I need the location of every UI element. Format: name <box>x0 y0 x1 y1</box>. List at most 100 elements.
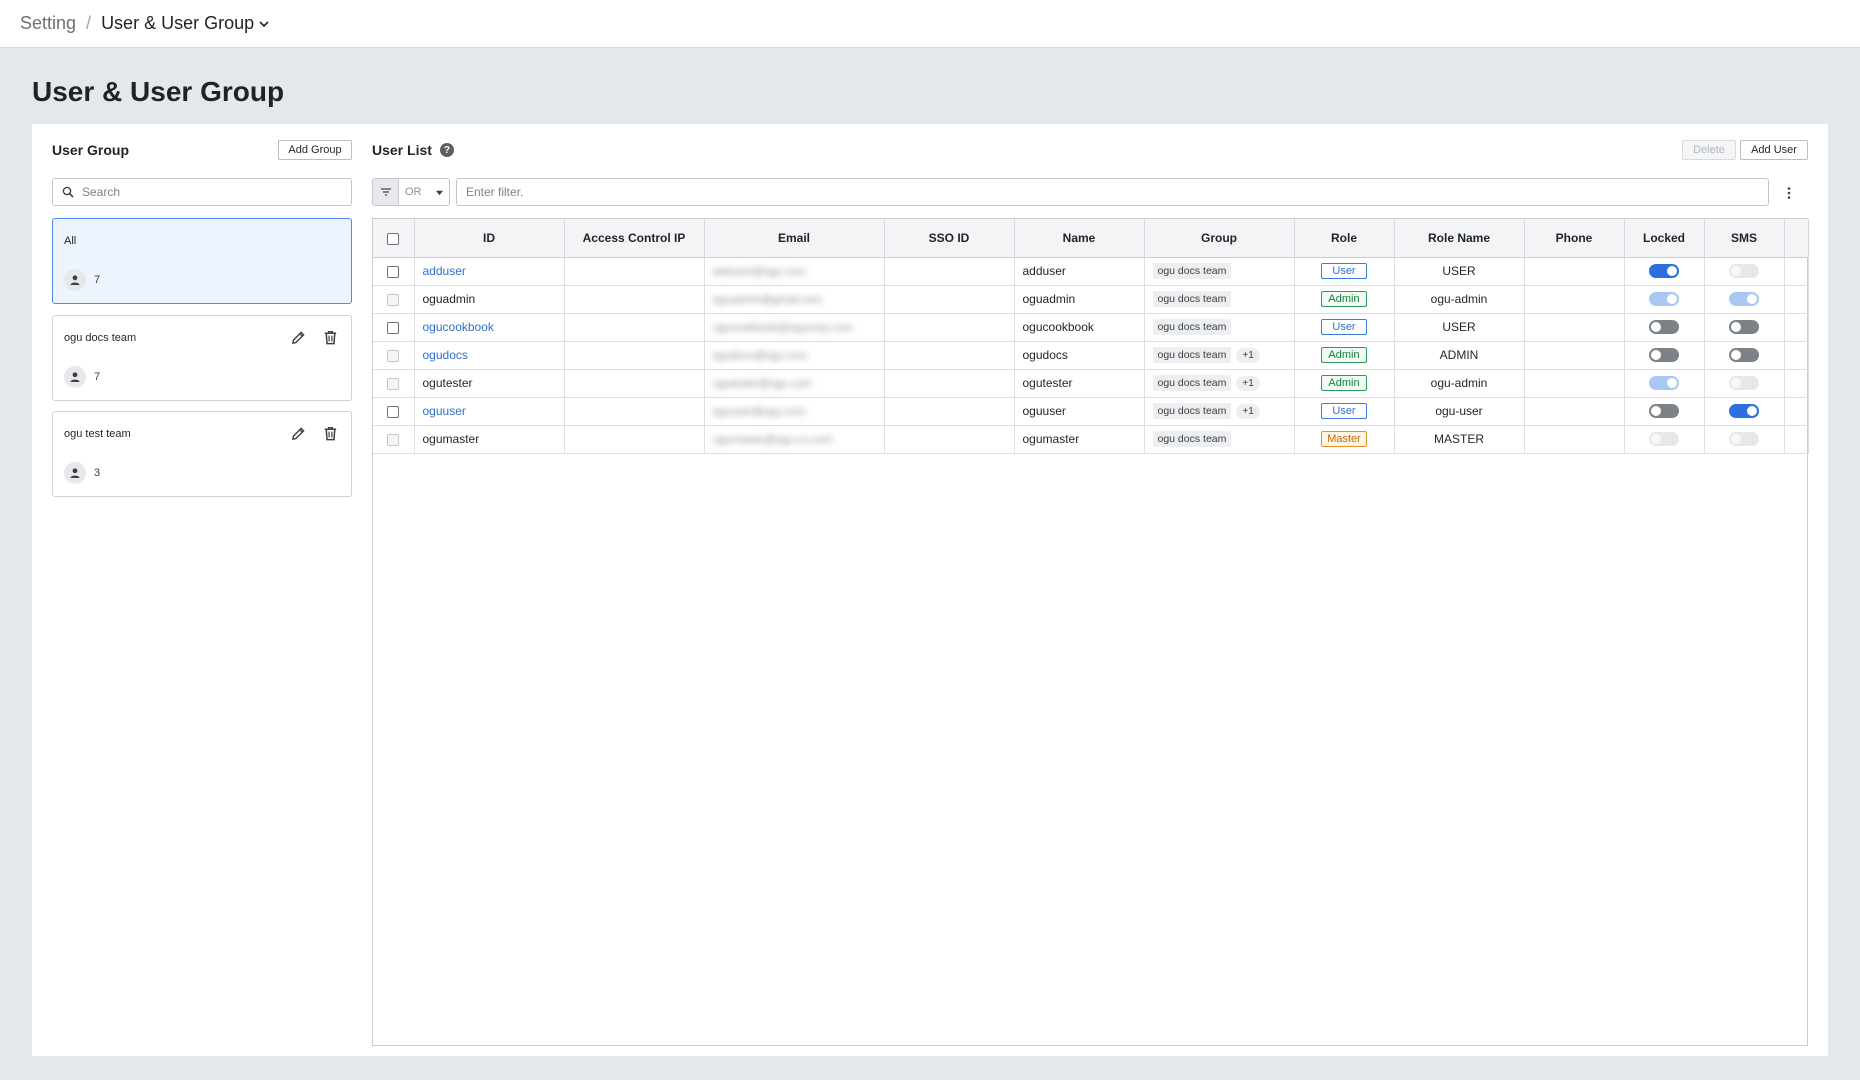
locked-toggle[interactable] <box>1649 348 1679 363</box>
more-groups-chip[interactable]: +1 <box>1236 403 1260 419</box>
breadcrumb-current-dropdown[interactable]: User & User Group <box>101 13 270 34</box>
user-id: ogumaster <box>422 432 480 446</box>
locked-toggle[interactable] <box>1649 264 1679 279</box>
column-header[interactable]: Email <box>704 219 885 258</box>
group-card[interactable]: ogu test team 3 <box>52 411 352 497</box>
table-row[interactable]: ogucookbook ogucookbook@ogucorp.com ogucoo… <box>373 313 1809 342</box>
select-all-checkbox[interactable] <box>387 232 400 245</box>
name-cell: ogudocs <box>1014 341 1145 370</box>
more-groups-chip[interactable]: +1 <box>1236 375 1260 391</box>
user-id-link[interactable]: ogudocs <box>423 348 468 362</box>
sms-toggle[interactable] <box>1729 404 1759 419</box>
column-header[interactable]: Access Control IP <box>564 219 705 258</box>
sms-toggle[interactable] <box>1729 320 1759 335</box>
column-header[interactable]: Name <box>1014 219 1145 258</box>
user-id-link[interactable]: ogucookbook <box>423 320 494 334</box>
locked-toggle[interactable] <box>1649 432 1679 447</box>
column-header[interactable]: Role Name <box>1394 219 1525 258</box>
user-id: oguadmin <box>422 292 476 306</box>
column-header[interactable]: SMS <box>1704 219 1785 258</box>
group-chip: ogu docs team <box>1152 375 1232 391</box>
table-row[interactable]: oguadmin oguadmin@gmail.com oguadmin ogu do… <box>373 285 1809 314</box>
sms-toggle[interactable] <box>1729 292 1759 307</box>
help-icon[interactable]: ? <box>439 143 454 157</box>
id-cell: ogucookbook <box>414 313 565 342</box>
column-header-spacer <box>1784 219 1809 258</box>
column-header[interactable]: SSO ID <box>884 219 1015 258</box>
role-badge: User <box>1321 403 1367 419</box>
filter-input[interactable] <box>456 178 1769 206</box>
more-groups-chip[interactable]: +1 <box>1236 347 1260 363</box>
group-cell: ogu docs team <box>1144 313 1295 342</box>
column-header[interactable]: ID <box>414 219 565 258</box>
sms-toggle[interactable] <box>1729 376 1759 391</box>
role-badge: Admin <box>1321 291 1367 307</box>
row-checkbox[interactable] <box>387 321 400 334</box>
caret-down-icon <box>436 190 443 195</box>
row-checkbox[interactable] <box>387 377 400 390</box>
sms-toggle[interactable] <box>1729 432 1759 447</box>
row-checkbox[interactable] <box>387 405 400 418</box>
email-cell: oguuser@ogu.com <box>704 397 885 426</box>
sso-id-cell <box>884 285 1015 314</box>
sms-cell <box>1704 425 1785 454</box>
column-header[interactable]: Phone <box>1524 219 1625 258</box>
group-chip: ogu docs team <box>1152 347 1232 363</box>
edit-pencil-icon[interactable] <box>289 424 307 442</box>
user-list-header: User List ? <box>372 140 454 160</box>
breadcrumb-current-label: User & User Group <box>101 13 255 33</box>
locked-cell <box>1624 285 1705 314</box>
email-cell: ogutester@ogu.com <box>704 369 885 398</box>
filter-operator-dropdown[interactable]: OR <box>399 179 449 205</box>
more-options-icon[interactable] <box>1780 184 1798 202</box>
toggle-knob <box>1651 322 1661 333</box>
email-value: ogucookbook@ogucorp.com <box>712 322 853 334</box>
user-id-link[interactable]: adduser <box>423 264 466 278</box>
column-header[interactable]: Group <box>1144 219 1295 258</box>
edit-pencil-icon[interactable] <box>289 328 307 346</box>
role-cell: Admin <box>1294 341 1395 370</box>
group-cell: ogu docs team <box>1144 285 1295 314</box>
add-group-button[interactable]: Add Group <box>278 140 352 160</box>
sms-toggle[interactable] <box>1729 348 1759 363</box>
breadcrumb-setting-link[interactable]: Setting <box>20 13 76 34</box>
sms-toggle[interactable] <box>1729 264 1759 279</box>
delete-button[interactable]: Delete <box>1682 140 1736 160</box>
row-spacer-cell <box>1784 369 1809 398</box>
locked-toggle[interactable] <box>1649 376 1679 391</box>
group-card[interactable]: ogu docs team 7 <box>52 315 352 401</box>
table-row[interactable]: adduser adduser@ogu.com adduser ogu docs te… <box>373 257 1809 286</box>
row-checkbox[interactable] <box>387 349 400 362</box>
row-spacer-cell <box>1784 257 1809 286</box>
table-row[interactable]: ogumaster ogumaster@ogu.co.com ogumaster og… <box>373 425 1809 454</box>
column-header[interactable]: Role <box>1294 219 1395 258</box>
group-search-input[interactable] <box>82 185 332 199</box>
toggle-knob <box>1731 434 1741 445</box>
role-cell: Admin <box>1294 369 1395 398</box>
delete-trash-icon[interactable] <box>321 424 339 442</box>
role-name-cell: ogu-user <box>1394 397 1525 426</box>
locked-toggle[interactable] <box>1649 404 1679 419</box>
locked-toggle[interactable] <box>1649 292 1679 307</box>
user-id-link[interactable]: oguuser <box>423 404 466 418</box>
delete-trash-icon[interactable] <box>321 328 339 346</box>
table-row[interactable]: oguuser oguuser@ogu.com oguuser ogu docs te… <box>373 397 1809 426</box>
filter-icon[interactable] <box>373 179 399 205</box>
table-row[interactable]: ogutester ogutester@ogu.com ogutester ogu d… <box>373 369 1809 398</box>
group-chip: ogu docs team <box>1152 263 1232 279</box>
row-checkbox[interactable] <box>387 433 400 446</box>
locked-toggle[interactable] <box>1649 320 1679 335</box>
table-row[interactable]: ogudocs ogudocs@ogu.com ogudocs ogu docs te… <box>373 341 1809 370</box>
row-checkbox[interactable] <box>387 265 400 278</box>
phone-cell <box>1524 369 1625 398</box>
person-icon <box>64 462 86 484</box>
row-checkbox[interactable] <box>387 293 400 306</box>
column-header[interactable]: Locked <box>1624 219 1705 258</box>
role-badge: Admin <box>1321 347 1367 363</box>
role-name-cell: ogu-admin <box>1394 369 1525 398</box>
row-spacer-cell <box>1784 313 1809 342</box>
sso-id-cell <box>884 341 1015 370</box>
group-card[interactable]: All 7 <box>52 218 352 304</box>
add-user-button[interactable]: Add User <box>1740 140 1808 160</box>
row-select-cell <box>373 313 415 342</box>
